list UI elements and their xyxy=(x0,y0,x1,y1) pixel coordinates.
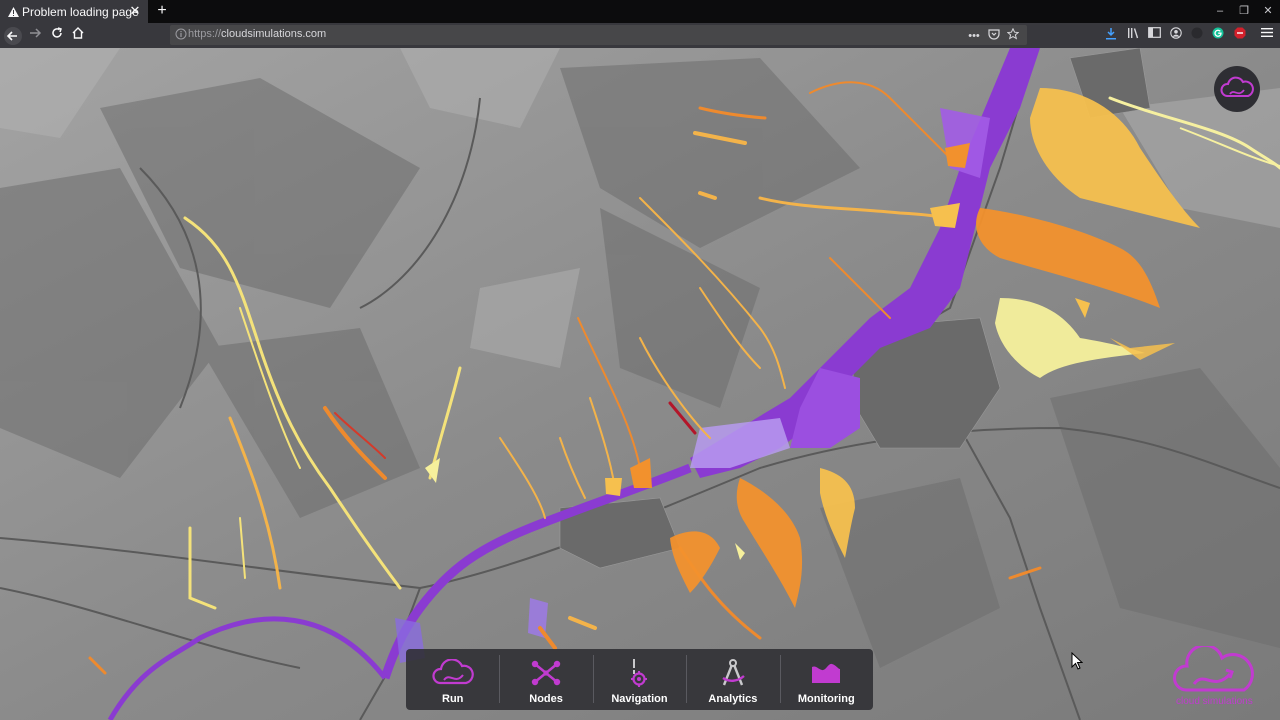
brand-logo: cloud simulations xyxy=(1170,643,1270,712)
analytics-compass-icon xyxy=(710,657,756,689)
url-host: cloudsimulations.com xyxy=(221,28,327,40)
grammar-extension-icon[interactable] xyxy=(1210,27,1226,43)
pocket-icon[interactable] xyxy=(986,28,1002,44)
url-bar[interactable]: https://cloudsimulations.com ••• xyxy=(170,25,1027,45)
navigation-button[interactable]: Navigation xyxy=(592,649,686,710)
adblock-extension-icon[interactable] xyxy=(1232,27,1248,43)
monitoring-button[interactable]: Monitoring xyxy=(779,649,873,710)
mouse-cursor-icon xyxy=(1071,652,1083,670)
cloud-brand-icon xyxy=(1173,643,1254,692)
analytics-button[interactable]: Analytics xyxy=(686,649,779,710)
navigation-pin-icon xyxy=(616,657,662,689)
warning-icon xyxy=(6,5,20,19)
page-actions-icon[interactable]: ••• xyxy=(966,28,982,44)
forward-icon[interactable] xyxy=(25,26,45,46)
extension-dark-icon[interactable] xyxy=(1189,27,1205,43)
sidebar-icon[interactable] xyxy=(1146,27,1162,43)
run-label: Run xyxy=(442,693,464,705)
cloud-logo-button[interactable] xyxy=(1214,66,1260,112)
download-icon[interactable] xyxy=(1103,27,1119,43)
back-button[interactable] xyxy=(3,26,23,46)
cloud-run-icon xyxy=(430,657,476,689)
navigation-label: Navigation xyxy=(611,693,668,705)
new-tab-button[interactable]: + xyxy=(152,1,172,21)
nodes-label: Nodes xyxy=(529,693,563,705)
brand-name: cloud simulations xyxy=(1176,696,1253,707)
url-protocol: https:// xyxy=(188,28,222,40)
browser-tab[interactable]: Problem loading page ✕ xyxy=(0,0,148,23)
home-icon[interactable] xyxy=(68,26,88,46)
site-info-icon[interactable] xyxy=(174,28,188,42)
terrain-map[interactable] xyxy=(0,48,1280,720)
monitoring-area-chart-icon xyxy=(803,657,849,689)
simulation-toolbar: Run Nodes Navigation Analytics Monitorin… xyxy=(406,649,873,710)
account-icon[interactable] xyxy=(1168,27,1184,43)
browser-navigation-bar: https://cloudsimulations.com ••• xyxy=(0,23,1280,48)
maximize-button[interactable]: ❐ xyxy=(1234,3,1254,19)
hamburger-menu-icon[interactable] xyxy=(1259,27,1275,43)
url-text[interactable]: https://cloudsimulations.com xyxy=(188,28,326,40)
tab-close-icon[interactable]: ✕ xyxy=(128,4,142,18)
nodes-network-icon xyxy=(523,657,569,689)
bookmark-star-icon[interactable] xyxy=(1005,27,1021,44)
monitoring-label: Monitoring xyxy=(797,693,855,705)
tab-title: Problem loading page xyxy=(22,4,139,19)
minimize-button[interactable]: – xyxy=(1210,3,1230,19)
nodes-button[interactable]: Nodes xyxy=(499,649,592,710)
run-button[interactable]: Run xyxy=(406,649,499,710)
analytics-label: Analytics xyxy=(708,693,758,705)
browser-tab-strip: Problem loading page ✕ + – ❐ ✕ xyxy=(0,0,1280,23)
simulation-map-view[interactable]: cloud simulations Run Nodes Navigation A… xyxy=(0,48,1280,720)
reload-icon[interactable] xyxy=(47,26,67,46)
close-window-button[interactable]: ✕ xyxy=(1258,3,1278,19)
library-icon[interactable] xyxy=(1125,27,1141,43)
cloud-logo-icon xyxy=(1220,76,1254,97)
